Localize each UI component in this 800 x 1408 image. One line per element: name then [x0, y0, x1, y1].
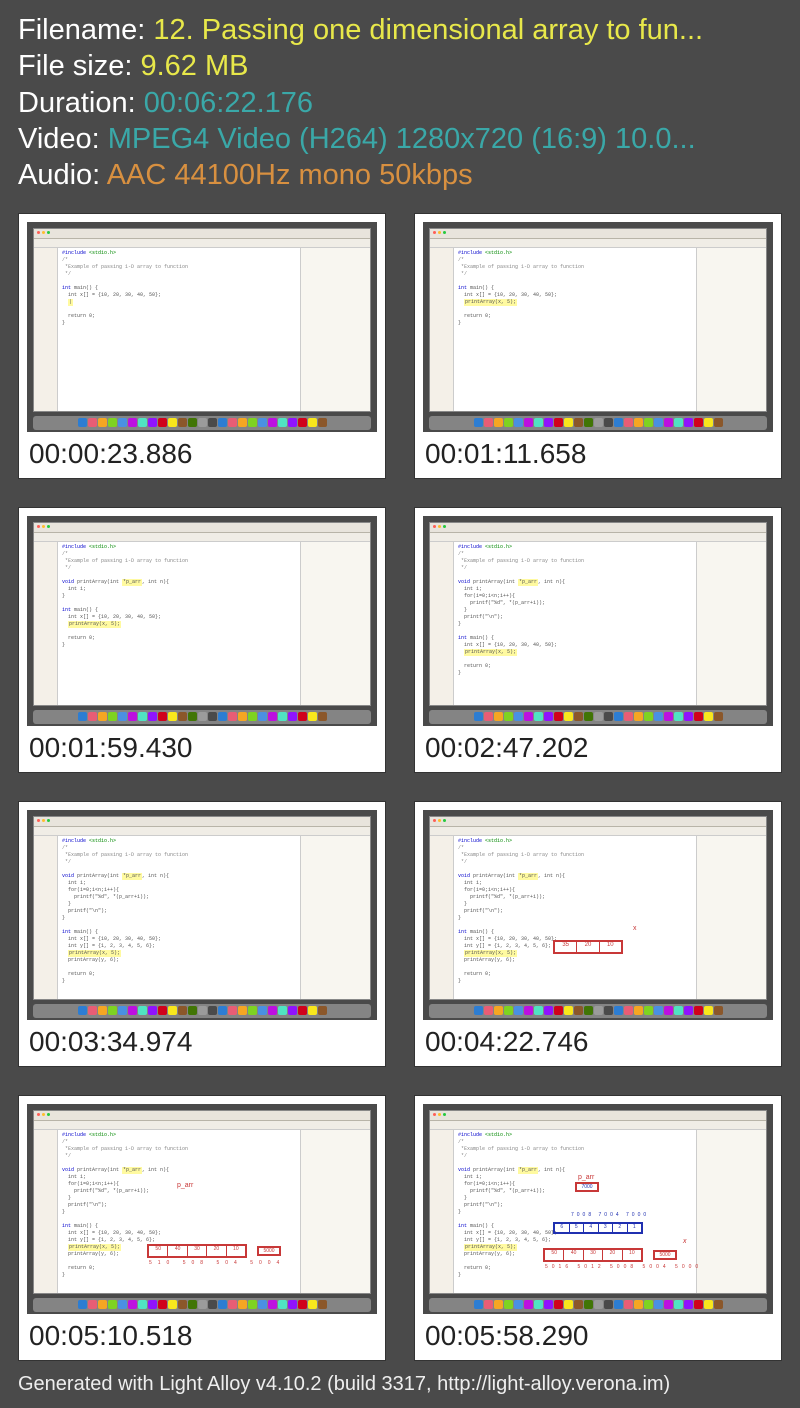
- macos-dock: [429, 1004, 767, 1018]
- thumbnail-timestamp: 00:00:23.886: [19, 432, 385, 478]
- file-info-panel: Filename: 12. Passing one dimensional ar…: [0, 0, 800, 203]
- thumbnail-timestamp: 00:05:58.290: [415, 1314, 781, 1360]
- thumbnail-card: #include <stdio.h> /* *Example of passin…: [18, 507, 386, 773]
- filesize-label: File size:: [18, 50, 140, 82]
- filesize-row: File size: 9.62 MB: [18, 48, 782, 84]
- video-value: MPEG4 Video (H264) 1280x720 (16:9) 10.0.…: [108, 123, 696, 155]
- duration-label: Duration:: [18, 87, 144, 119]
- video-label: Video:: [18, 123, 108, 155]
- footer-text: Generated with Light Alloy v4.10.2 (buil…: [0, 1361, 800, 1408]
- thumbnail-image: #include <stdio.h> /* *Example of passin…: [423, 810, 773, 1020]
- macos-dock: [429, 416, 767, 430]
- audio-label: Audio:: [18, 159, 107, 191]
- thumbnail-card: #include <stdio.h> /* *Example of passin…: [18, 801, 386, 1067]
- duration-value: 00:06:22.176: [144, 87, 313, 119]
- macos-dock: [33, 710, 371, 724]
- macos-dock: [33, 1004, 371, 1018]
- duration-row: Duration: 00:06:22.176: [18, 85, 782, 121]
- thumbnail-timestamp: 00:01:59.430: [19, 726, 385, 772]
- thumbnail-card: #include <stdio.h> /* *Example of passin…: [18, 213, 386, 479]
- thumbnail-image: #include <stdio.h> /* *Example of passin…: [27, 222, 377, 432]
- thumbnail-timestamp: 00:02:47.202: [415, 726, 781, 772]
- audio-row: Audio: AAC 44100Hz mono 50kbps: [18, 157, 782, 193]
- thumbnail-image: #include <stdio.h> /* *Example of passin…: [423, 516, 773, 726]
- thumbnail-timestamp: 00:01:11.658: [415, 432, 781, 478]
- thumbnail-image: #include <stdio.h> /* *Example of passin…: [27, 810, 377, 1020]
- thumbnail-card: #include <stdio.h> /* *Example of passin…: [414, 801, 782, 1067]
- thumbnail-grid: #include <stdio.h> /* *Example of passin…: [0, 203, 800, 1361]
- video-row: Video: MPEG4 Video (H264) 1280x720 (16:9…: [18, 121, 782, 157]
- macos-dock: [429, 710, 767, 724]
- filename-label: Filename:: [18, 14, 153, 46]
- thumbnail-timestamp: 00:05:10.518: [19, 1314, 385, 1360]
- thumbnail-card: #include <stdio.h> /* *Example of passin…: [18, 1095, 386, 1361]
- audio-value: AAC 44100Hz mono 50kbps: [107, 159, 473, 191]
- thumbnail-card: #include <stdio.h> /* *Example of passin…: [414, 507, 782, 773]
- thumbnail-image: #include <stdio.h> /* *Example of passin…: [27, 1104, 377, 1314]
- thumbnail-card: #include <stdio.h> /* *Example of passin…: [414, 1095, 782, 1361]
- thumbnail-card: #include <stdio.h> /* *Example of passin…: [414, 213, 782, 479]
- filename-value: 12. Passing one dimensional array to fun…: [153, 14, 703, 46]
- thumbnail-timestamp: 00:04:22.746: [415, 1020, 781, 1066]
- macos-dock: [33, 416, 371, 430]
- filename-row: Filename: 12. Passing one dimensional ar…: [18, 12, 782, 48]
- macos-dock: [33, 1298, 371, 1312]
- filesize-value: 9.62 MB: [140, 50, 248, 82]
- thumbnail-timestamp: 00:03:34.974: [19, 1020, 385, 1066]
- thumbnail-image: #include <stdio.h> /* *Example of passin…: [27, 516, 377, 726]
- thumbnail-image: #include <stdio.h> /* *Example of passin…: [423, 222, 773, 432]
- macos-dock: [429, 1298, 767, 1312]
- thumbnail-image: #include <stdio.h> /* *Example of passin…: [423, 1104, 773, 1314]
